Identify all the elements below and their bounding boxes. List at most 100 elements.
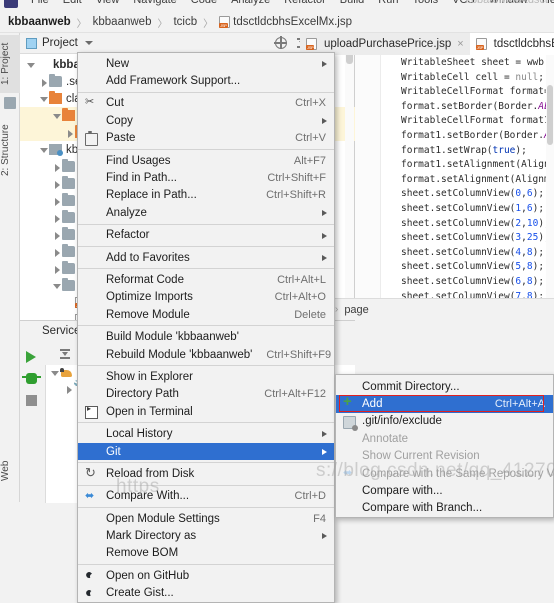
chevron-down-icon[interactable] — [52, 111, 62, 121]
code-line: sheet.setColumnView(0,6); — [401, 188, 545, 200]
editor-scrollbar[interactable] — [546, 55, 554, 298]
git-submenu[interactable]: Commit Directory... Add Ctrl+Alt+A .git/inf… — [335, 374, 554, 519]
menu-analyze[interactable]: Analyze — [224, 0, 277, 6]
sidebar-item-project[interactable]: 1: Project — [0, 35, 20, 93]
chevron-right-icon[interactable] — [52, 264, 62, 274]
chevron-right-icon[interactable] — [52, 230, 62, 240]
menu-item-refactor[interactable]: Refactor — [78, 227, 334, 244]
chevron-right-icon[interactable] — [65, 128, 75, 138]
chevron-right-icon[interactable] — [52, 213, 62, 223]
menu-item-add-framework-support[interactable]: Add Framework Support... — [78, 72, 334, 89]
src-icon — [49, 144, 63, 156]
close-icon[interactable]: × — [457, 38, 463, 50]
chevron-right-icon[interactable] — [52, 179, 62, 189]
reload-icon — [85, 465, 98, 481]
editor-tabbar[interactable]: uploadPurchasePrice.jsp × tdsctldcbhsExc… — [300, 33, 554, 55]
menu-build[interactable]: Build — [333, 0, 371, 6]
menu-refactor[interactable]: Refactor — [277, 0, 333, 6]
menu-item-shortcut: Ctrl+X — [295, 97, 326, 110]
git-menu-item-git-info-exclude[interactable]: .git/info/exclude — [336, 413, 553, 431]
menu-item-create-gist[interactable]: Create Gist... — [78, 584, 334, 602]
debug-icon[interactable] — [22, 373, 41, 384]
menu-edit[interactable]: Edit — [56, 0, 89, 6]
menu-navigate[interactable]: Navigate — [126, 0, 183, 6]
chevron-down-icon[interactable] — [84, 41, 93, 45]
git-menu-item-commit-directory[interactable]: Commit Directory... — [336, 378, 553, 395]
menu-item-add-to-favorites[interactable]: Add to Favorites — [78, 249, 334, 266]
sidebar-item-structure[interactable]: 2: Structure — [0, 115, 20, 185]
stop-icon[interactable] — [26, 395, 37, 406]
git-menu-item-label: Commit Directory... — [362, 380, 460, 393]
menu-separator — [78, 268, 334, 270]
project-title-group[interactable]: Project — [26, 37, 93, 49]
menu-item-label: Directory Path — [106, 388, 179, 401]
menu-item-shortcut: Delete — [294, 308, 326, 321]
compare-icon — [343, 466, 356, 481]
git-menu-item-compare-with[interactable]: Compare with... — [336, 482, 553, 499]
menu-item-copy[interactable]: Copy — [78, 112, 334, 129]
menu-item-open-module-settings[interactable]: Open Module Settings F4 — [78, 510, 334, 527]
breadcrumb-item-project[interactable]: kbbaanweb — [8, 16, 71, 28]
menu-item-cut[interactable]: Cut Ctrl+X — [78, 95, 334, 112]
chevron-down-icon[interactable] — [52, 281, 62, 291]
services-run-toolbar[interactable] — [20, 343, 45, 503]
run-icon[interactable] — [26, 351, 36, 363]
chevron-down-icon[interactable] — [50, 368, 60, 378]
menu-item-build-module-kbbaanweb[interactable]: Build Module 'kbbaanweb' — [78, 328, 334, 345]
scrollbar-thumb[interactable] — [547, 85, 553, 145]
menu-item-replace-in-path[interactable]: Replace in Path... Ctrl+Shift+R — [78, 187, 334, 204]
menu-item-remove-bom[interactable]: Remove BOM — [78, 545, 334, 562]
menu-item-open-in-terminal[interactable]: Open in Terminal — [78, 403, 334, 420]
chevron-right-icon[interactable] — [39, 77, 49, 87]
menu-item-compare-with[interactable]: Compare With... Ctrl+D — [78, 488, 334, 505]
menu-item-open-on-github[interactable]: Open on GitHub — [78, 566, 334, 584]
menu-item-new[interactable]: New — [78, 55, 334, 72]
jsp-file-icon — [219, 16, 231, 28]
editor-breadcrumb-page[interactable]: page — [344, 304, 368, 316]
menu-item-directory-path[interactable]: Directory Path Ctrl+Alt+F12 — [78, 386, 334, 403]
chevron-down-icon[interactable] — [39, 94, 49, 104]
menu-item-reformat-code[interactable]: Reformat Code Ctrl+Alt+L — [78, 271, 334, 288]
git-menu-item-add[interactable]: Add Ctrl+Alt+A — [336, 393, 553, 413]
editor-tab-tdsctldcbhsExcelMx[interactable]: tdsctldcbhsExcelMx.j — [469, 33, 554, 55]
chevron-right-icon — [322, 232, 327, 239]
menu-run[interactable]: Run — [371, 0, 405, 6]
breadcrumb-item-module[interactable]: kbbaanweb — [93, 16, 152, 28]
menu-item-local-history[interactable]: Local History — [78, 425, 334, 442]
locate-target-icon[interactable] — [274, 36, 287, 49]
menu-item-show-in-explorer[interactable]: Show in Explorer — [78, 368, 334, 385]
module-icon — [36, 59, 49, 70]
menu-item-find-in-path[interactable]: Find in Path... Ctrl+Shift+F — [78, 169, 334, 186]
menu-item-remove-module[interactable]: Remove Module Delete — [78, 306, 334, 323]
editor-code[interactable]: WritableSheet sheet = wwb.crea WritableCe… — [381, 55, 554, 298]
folder-icon — [62, 227, 75, 240]
menu-item-mark-directory-as[interactable]: Mark Directory as — [78, 527, 334, 544]
menu-view[interactable]: View — [89, 0, 127, 6]
chevron-right-icon[interactable] — [52, 247, 62, 257]
main-menubar[interactable]: File Edit View Navigate Code Analyze Refactor B… — [0, 0, 554, 12]
menu-item-analyze[interactable]: Analyze — [78, 204, 334, 221]
git-menu-item-compare-with-branch[interactable]: Compare with Branch... — [336, 500, 553, 517]
chevron-down-icon[interactable] — [26, 60, 36, 70]
project-tree-scrollbar[interactable] — [345, 34, 354, 298]
menu-code[interactable]: Code — [184, 0, 224, 6]
chevron-right-icon[interactable] — [52, 196, 62, 206]
editor-breadcrumb[interactable]: root › page — [300, 298, 554, 320]
menu-tools[interactable]: Tools — [405, 0, 445, 6]
menu-item-paste[interactable]: Paste Ctrl+V — [78, 130, 334, 147]
sidebar-item-web[interactable]: Web — [0, 451, 20, 491]
expand-all-icon[interactable] — [59, 348, 71, 360]
menu-item-optimize-imports[interactable]: Optimize Imports Ctrl+Alt+O — [78, 289, 334, 306]
project-context-menu[interactable]: New Add Framework Support... Cut Ctrl+X Copy… — [77, 52, 335, 603]
breadcrumb-item-file[interactable]: tdsctldcbhsExcelMx.jsp — [233, 16, 352, 28]
menu-file[interactable]: File — [24, 0, 56, 6]
chevron-right-icon[interactable] — [52, 162, 62, 172]
chevron-down-icon[interactable] — [39, 145, 49, 155]
menu-item-find-usages[interactable]: Find Usages Alt+F7 — [78, 152, 334, 169]
breadcrumb[interactable]: kbbaanweb 〉 kbbaanweb 〉 tcicb 〉 tdsctldc… — [0, 12, 554, 33]
menu-item-rebuild-module-kbbaanweb[interactable]: Rebuild Module 'kbbaanweb' Ctrl+Shift+F9 — [78, 346, 334, 363]
editor-gutter[interactable] — [355, 55, 381, 298]
menu-item-git[interactable]: Git — [78, 442, 334, 461]
breadcrumb-item-folder[interactable]: tcicb — [173, 16, 197, 28]
menu-item-reload-from-disk[interactable]: Reload from Disk — [78, 465, 334, 482]
